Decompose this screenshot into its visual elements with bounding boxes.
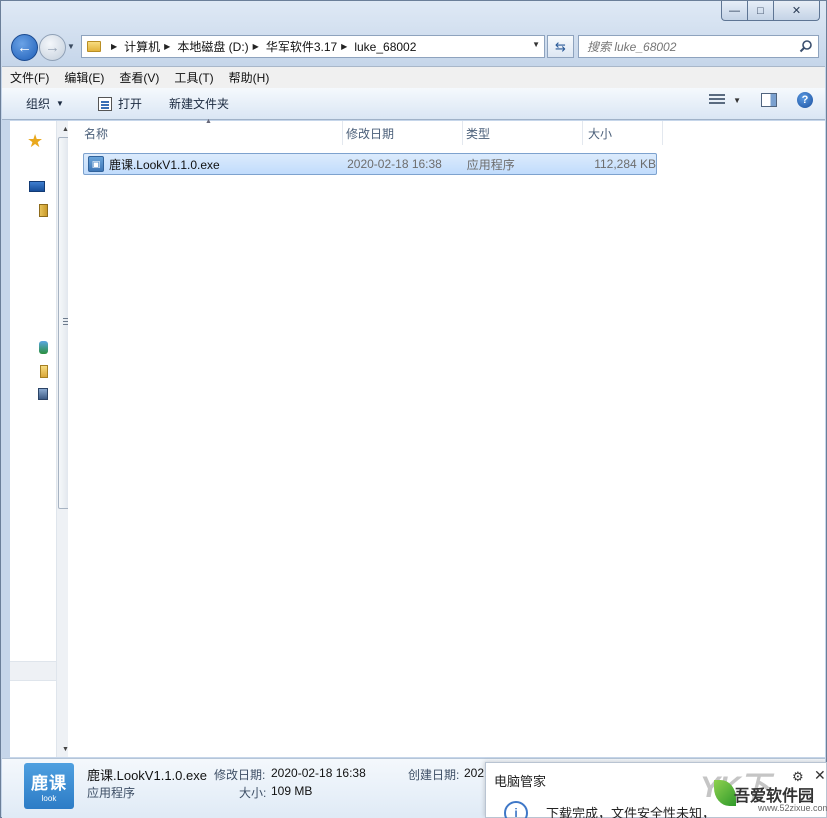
- chevron-right-icon: ▶: [111, 42, 118, 51]
- breadcrumb-label: luke_68002: [354, 39, 417, 54]
- new-folder-label: 新建文件夹: [168, 97, 229, 111]
- menu-view[interactable]: 查看(V): [119, 69, 159, 86]
- view-options-dropdown[interactable]: ▼: [733, 96, 741, 105]
- details-file-type: 应用程序: [87, 786, 136, 800]
- popup-message: 下载完成，文件安全性未知，: [546, 806, 716, 818]
- command-bar: 组织 ▼ 打开 新建文件夹 ▼ ?: [2, 88, 825, 120]
- caption-buttons: — □ ✕: [721, 1, 820, 21]
- breadcrumb-current[interactable]: ▶ luke_68002: [337, 40, 416, 54]
- details-modified-value: 2020-02-18 16:38: [271, 766, 366, 780]
- open-button[interactable]: 打开: [92, 92, 148, 116]
- breadcrumb-label: 计算机: [124, 40, 161, 54]
- explorer-window: — □ ✕ ← → ▼ ▶ 计算机 ▶ 本地磁盘 (D:) ▶ 华军软件3.17…: [0, 0, 827, 818]
- computer-folder-icon[interactable]: [40, 365, 48, 378]
- notification-popup[interactable]: 电脑管家 ⚙ ✕ i 下载完成，文件安全性未知，: [485, 762, 827, 818]
- breadcrumb-local-disk[interactable]: ▶ 本地磁盘 (D:): [160, 38, 248, 55]
- back-button[interactable]: ←: [11, 34, 38, 61]
- breadcrumb-label: 本地磁盘 (D:): [177, 40, 249, 54]
- new-folder-button[interactable]: 新建文件夹: [163, 92, 235, 116]
- maximize-button[interactable]: □: [748, 1, 774, 21]
- close-icon[interactable]: ✕: [814, 767, 826, 784]
- menu-file[interactable]: 文件(F): [10, 69, 49, 86]
- thumbnail-logo-text: 鹿课: [31, 774, 67, 793]
- column-header-name[interactable]: ▲ 名称: [68, 118, 343, 145]
- column-header-label: 名称: [84, 126, 109, 141]
- column-header-size[interactable]: 大小: [583, 121, 663, 145]
- breadcrumb-label: 华军软件3.17: [265, 40, 338, 54]
- recent-pages-dropdown[interactable]: ▼: [67, 42, 75, 51]
- network-icon[interactable]: [38, 388, 48, 400]
- menu-edit[interactable]: 编辑(E): [64, 69, 104, 86]
- chevron-right-icon: ▶: [341, 42, 348, 51]
- details-size-value: 109 MB: [271, 784, 313, 798]
- info-icon: i: [504, 801, 528, 818]
- refresh-icon: ⇆: [555, 38, 566, 54]
- homegroup-icon[interactable]: [39, 341, 48, 354]
- column-header-label: 大小: [588, 126, 613, 141]
- column-header-modified[interactable]: 修改日期: [343, 121, 463, 145]
- navigation-row: ← → ▼ ▶ 计算机 ▶ 本地磁盘 (D:) ▶ 华军软件3.17 ▶ luk…: [9, 32, 819, 62]
- minimize-button[interactable]: —: [721, 1, 748, 21]
- address-bar[interactable]: ▶ 计算机 ▶ 本地磁盘 (D:) ▶ 华军软件3.17 ▶ luke_6800…: [81, 35, 545, 58]
- address-dropdown-button[interactable]: ▼: [532, 40, 540, 49]
- column-headers: ▲ 名称 修改日期 类型 大小: [68, 118, 663, 145]
- exe-file-icon: ▣: [88, 156, 104, 172]
- details-file-name: 鹿课.LookV1.1.0.exe: [87, 768, 207, 783]
- chevron-right-icon: ▶: [252, 42, 259, 51]
- open-label: 打开: [117, 97, 142, 111]
- file-size: 112,284 KB: [594, 157, 657, 171]
- file-modified: 2020-02-18 16:38: [347, 157, 442, 171]
- details-created-value: 202: [464, 766, 485, 780]
- navigation-pane: ★ ▲ ▼: [10, 121, 73, 757]
- help-icon[interactable]: ?: [797, 92, 813, 108]
- organize-button[interactable]: 组织 ▼: [20, 92, 70, 116]
- search-icon[interactable]: [799, 39, 813, 53]
- folder-icon: [87, 41, 101, 52]
- close-button[interactable]: ✕: [774, 1, 820, 21]
- file-row[interactable]: ▣ 鹿课.LookV1.1.0.exe 2020-02-18 16:38 应用程…: [83, 153, 657, 175]
- gear-icon[interactable]: ⚙: [792, 769, 804, 785]
- open-icon: [97, 96, 112, 111]
- arrow-right-icon: →: [45, 39, 60, 56]
- breadcrumb-computer[interactable]: ▶ 计算机: [107, 38, 160, 55]
- menu-help[interactable]: 帮助(H): [229, 69, 270, 86]
- details-created-label: 创建日期:: [408, 768, 460, 782]
- search-box[interactable]: [578, 35, 819, 58]
- desktop-icon[interactable]: [29, 181, 45, 192]
- menu-tools[interactable]: 工具(T): [174, 69, 213, 86]
- change-view-icon[interactable]: [709, 94, 726, 106]
- arrow-left-icon: ←: [17, 39, 32, 56]
- details-modified-label: 修改日期:: [214, 768, 266, 782]
- file-list: ▲ 名称 修改日期 类型 大小 ▣ 鹿课.LookV1.1.0.exe 2020…: [68, 118, 825, 757]
- file-name: 鹿课.LookV1.1.0.exe: [108, 157, 220, 172]
- organize-label: 组织: [26, 97, 51, 111]
- sort-ascending-icon: ▲: [205, 118, 212, 125]
- column-header-label: 修改日期: [346, 126, 395, 141]
- toolbar-right-group: ▼ ?: [709, 92, 813, 108]
- preview-pane-icon[interactable]: [761, 93, 777, 107]
- popup-title: 电脑管家: [494, 774, 547, 789]
- forward-button[interactable]: →: [39, 34, 66, 61]
- nav-pane-divider: [10, 661, 56, 681]
- chevron-down-icon: ▼: [56, 99, 64, 108]
- column-header-type[interactable]: 类型: [463, 121, 583, 145]
- menu-bar: 文件(F) 编辑(E) 查看(V) 工具(T) 帮助(H): [2, 66, 825, 88]
- search-input[interactable]: [587, 39, 787, 54]
- refresh-button[interactable]: ⇆: [547, 35, 574, 58]
- breadcrumb-folder[interactable]: ▶ 华军软件3.17: [249, 38, 338, 55]
- favorites-star-icon[interactable]: ★: [27, 131, 43, 152]
- app-thumbnail: 鹿课 look: [24, 763, 74, 809]
- chevron-right-icon: ▶: [164, 42, 171, 51]
- details-size-label: 大小:: [239, 786, 267, 800]
- file-type: 应用程序: [466, 157, 515, 172]
- column-header-label: 类型: [466, 126, 491, 141]
- thumbnail-logo-sub: look: [41, 794, 57, 803]
- libraries-icon[interactable]: [39, 204, 48, 217]
